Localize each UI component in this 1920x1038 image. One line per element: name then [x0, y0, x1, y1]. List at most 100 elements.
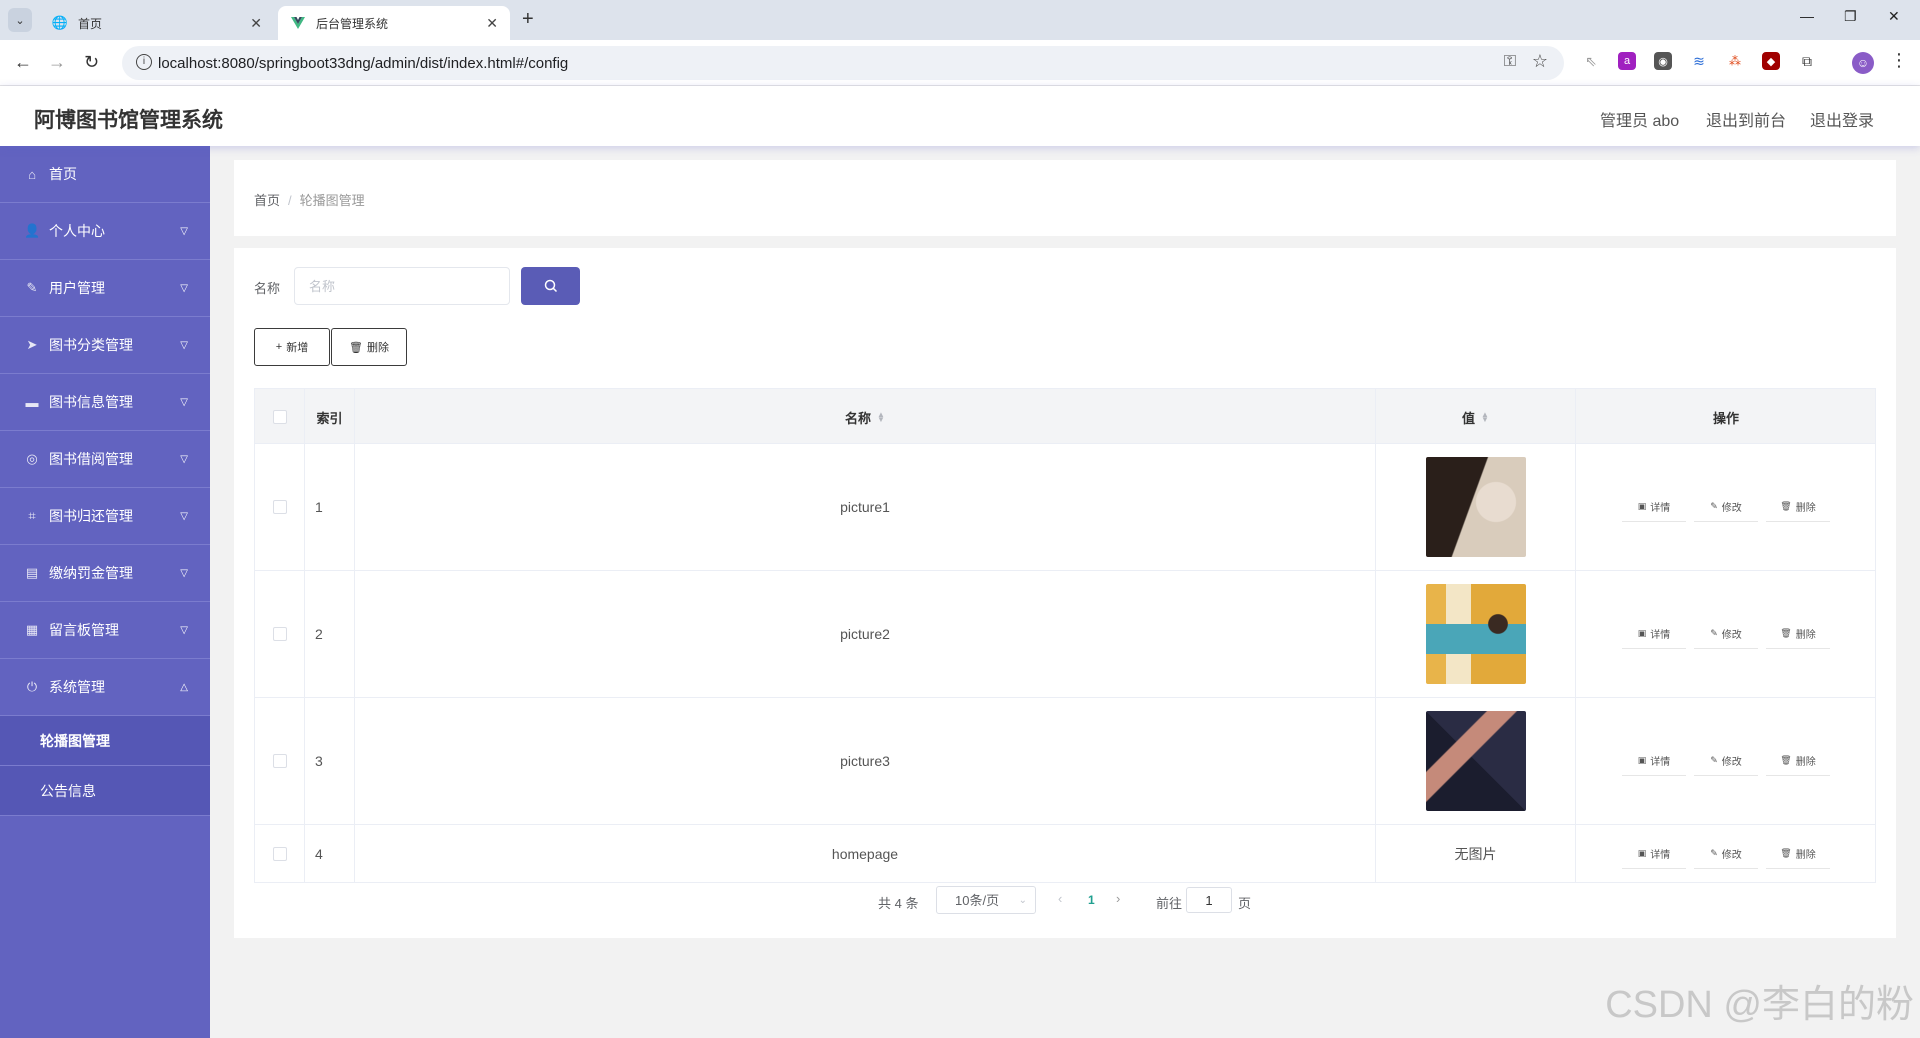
cell-ops: ▣ 详情 ✎ 修改 🗑 删除 [1576, 825, 1876, 882]
cell-name: homepage [355, 825, 1376, 882]
cell-ops: ▣ 详情 ✎ 修改 🗑 删除 [1576, 444, 1876, 570]
watermark: CSDN @李白的粉 [1605, 984, 1914, 1026]
extension-icon[interactable]: ⁂ [1726, 52, 1744, 70]
detail-button[interactable]: ▣ 详情 [1622, 746, 1686, 776]
browser-tab-admin[interactable]: 后台管理系统 ✕ [278, 6, 510, 40]
header-ops: 操作 [1712, 410, 1739, 426]
sidebar-item-messages[interactable]: ▦ 留言板管理 ▽ [0, 602, 210, 659]
breadcrumb-home[interactable]: 首页 [254, 193, 280, 208]
bookmark-star-icon[interactable]: ☆ [1532, 51, 1548, 72]
goto-page-input[interactable]: 1 [1186, 887, 1232, 913]
page-size-select[interactable]: 10条/页 ⌄ [936, 886, 1036, 914]
add-button[interactable]: + 新增 [254, 328, 330, 366]
prev-page-icon[interactable]: ‹ [1058, 891, 1062, 906]
search-input[interactable] [294, 267, 510, 305]
window-close-icon[interactable]: ✕ [1888, 8, 1900, 25]
sidebar-item-return[interactable]: ⌗ 图书归还管理 ▽ [0, 488, 210, 545]
tab-search-icon[interactable]: ⌄ [8, 8, 32, 32]
sidebar-item-book-category[interactable]: ➤ 图书分类管理 ▽ [0, 317, 210, 374]
row-delete-button[interactable]: 🗑 删除 [1766, 492, 1830, 522]
site-info-icon[interactable]: i [136, 54, 152, 70]
page-number[interactable]: 1 [1088, 893, 1095, 907]
search-button[interactable] [521, 267, 580, 305]
detail-button[interactable]: ▣ 详情 [1622, 839, 1686, 869]
carousel-image[interactable] [1425, 711, 1526, 811]
menu-kebab-icon[interactable]: ⋮ [1890, 50, 1908, 71]
header-value[interactable]: 值 ▲ ▼ [1376, 389, 1576, 445]
row-select[interactable] [255, 444, 305, 570]
detail-button[interactable]: ▣ 详情 [1622, 619, 1686, 649]
checkbox[interactable] [272, 627, 287, 641]
row-select[interactable] [255, 825, 305, 882]
detail-button[interactable]: ▣ 详情 [1622, 492, 1686, 522]
key-icon[interactable]: ⚿ [1504, 53, 1516, 71]
tab-title: 后台管理系统 [316, 16, 389, 31]
carousel-image[interactable] [1425, 457, 1526, 557]
edit-icon: ✎ [1710, 847, 1718, 858]
back-icon[interactable]: ← [14, 52, 32, 73]
puzzle-icon[interactable]: ⧉ [1798, 52, 1816, 70]
extension-icon[interactable]: ≋ [1690, 52, 1708, 70]
cell-value [1376, 698, 1576, 824]
message-icon: ▬ [25, 394, 39, 410]
extension-icon[interactable]: a [1618, 52, 1636, 70]
sort-icon[interactable]: ▲ ▼ [1481, 411, 1489, 424]
restore-icon[interactable]: ❐ [1844, 8, 1857, 25]
cell-ops: ▣ 详情 ✎ 修改 🗑 删除 [1576, 571, 1876, 697]
edit-button[interactable]: ✎ 修改 [1694, 746, 1758, 776]
chevron-down-icon: ▽ [180, 339, 188, 351]
edit-button[interactable]: ✎ 修改 [1694, 619, 1758, 649]
header-name[interactable]: 名称 ▲ ▼ [355, 389, 1376, 445]
sidebar-item-label: 系统管理 [49, 679, 105, 695]
forward-icon[interactable]: → [48, 52, 66, 73]
edit-button[interactable]: ✎ 修改 [1694, 839, 1758, 869]
delete-button[interactable]: 🗑 删除 [331, 328, 407, 366]
sidebar-item-users[interactable]: ✎ 用户管理 ▽ [0, 260, 210, 317]
carousel-image[interactable] [1425, 584, 1526, 684]
sidebar-item-system[interactable]: ⏻ 系统管理 △ [0, 659, 210, 716]
sidebar-item-fines[interactable]: ▤ 缴纳罚金管理 ▽ [0, 545, 210, 602]
edit-button[interactable]: ✎ 修改 [1694, 492, 1758, 522]
cursor-extension-icon[interactable]: ⇖ [1582, 52, 1600, 70]
close-icon[interactable]: ✕ [486, 15, 498, 32]
row-select[interactable] [255, 698, 305, 824]
minimize-icon[interactable]: — [1800, 8, 1814, 24]
exit-to-front-link[interactable]: 退出到前台 [1706, 107, 1786, 131]
new-tab-icon[interactable]: + [522, 8, 534, 31]
checkbox[interactable] [272, 500, 287, 514]
close-icon[interactable]: ✕ [250, 15, 262, 32]
globe-icon: ◎ [26, 451, 38, 466]
header-select-all[interactable] [255, 389, 305, 445]
address-bar[interactable]: i localhost:8080/springboot33dng/admin/d… [122, 46, 1564, 80]
add-label: 新增 [286, 342, 309, 354]
row-delete-button[interactable]: 🗑 删除 [1766, 746, 1830, 776]
extension-icon[interactable]: ◉ [1654, 52, 1672, 70]
checkbox[interactable] [272, 846, 287, 861]
trash-icon: 🗑 [1780, 847, 1792, 858]
row-select[interactable] [255, 571, 305, 697]
sidebar-item-label: 图书信息管理 [49, 394, 133, 410]
ublock-icon[interactable]: ◆ [1762, 52, 1780, 70]
sidebar-item-home[interactable]: ⌂ 首页 [0, 146, 210, 203]
next-page-icon[interactable]: › [1116, 891, 1120, 906]
sidebar-item-personal[interactable]: 👤 个人中心 ▽ [0, 203, 210, 260]
sidebar: ⌂ 首页 👤 个人中心 ▽ ✎ 用户管理 ▽ ➤ 图书分类管理 ▽ ▬ 图书信息… [0, 146, 210, 1038]
checkbox[interactable] [272, 410, 287, 424]
reload-icon[interactable]: ↻ [84, 52, 99, 73]
row-delete-button[interactable]: 🗑 删除 [1766, 839, 1830, 869]
checkbox[interactable] [272, 754, 287, 768]
sidebar-subitem-carousel[interactable]: 轮播图管理 [0, 716, 210, 766]
logout-link[interactable]: 退出登录 [1810, 107, 1874, 131]
profile-avatar[interactable]: ☺ [1852, 52, 1874, 74]
sidebar-item-borrow[interactable]: ◎ 图书借阅管理 ▽ [0, 431, 210, 488]
row-delete-button[interactable]: 🗑 删除 [1766, 619, 1830, 649]
cell-ops: ▣ 详情 ✎ 修改 🗑 删除 [1576, 698, 1876, 824]
sort-icon[interactable]: ▲ ▼ [877, 411, 885, 424]
send-icon: ➤ [26, 337, 38, 352]
sidebar-subitem-notice[interactable]: 公告信息 [0, 766, 210, 816]
sidebar-item-book-info[interactable]: ▬ 图书信息管理 ▽ [0, 374, 210, 431]
edit-icon: ✎ [1710, 501, 1718, 511]
table-row: 1 picture1 ▣ 详情 ✎ 修改 🗑 删除 [254, 444, 1876, 571]
browser-tab-home[interactable]: 🌐 首页 ✕ [40, 6, 274, 40]
sidebar-item-label: 用户管理 [49, 280, 105, 296]
